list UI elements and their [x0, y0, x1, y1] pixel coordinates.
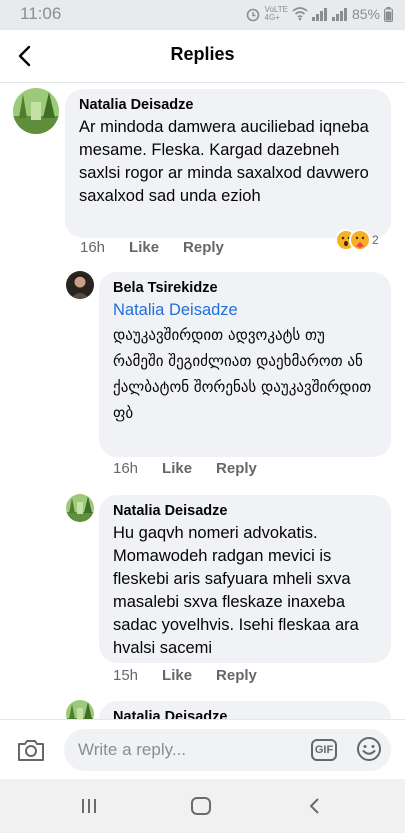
comment-actions: 16h Like Reply: [80, 239, 224, 256]
comment-author[interactable]: Natalia Deisadze: [79, 97, 377, 113]
comment-time: 16h: [80, 239, 106, 256]
comment-text: დაუკავშირდით ადვოკატს თუ რამეში შეგიძლია…: [113, 326, 372, 422]
chevron-left-icon: [309, 798, 319, 814]
gif-button[interactable]: GIF: [311, 739, 337, 761]
avatar[interactable]: [66, 700, 94, 719]
emoji-icon: [357, 737, 381, 761]
system-back-button[interactable]: [305, 796, 325, 821]
reply-input[interactable]: [64, 729, 391, 771]
comment-text: Ar mindoda damwera auciliebad iqneba mes…: [79, 118, 369, 205]
emoji-button[interactable]: [356, 736, 382, 762]
camera-icon: [18, 740, 44, 761]
battery-percent: 85%: [351, 6, 380, 22]
comment-bubble: Natalia Deisadze Ar mindoda damwera auci…: [65, 89, 391, 238]
comment-time: 16h: [113, 460, 139, 477]
like-button[interactable]: Like: [129, 239, 159, 256]
reply-button[interactable]: Reply: [216, 667, 257, 684]
comment-actions: 16h Like Reply: [113, 460, 257, 477]
system-nav-bar: [0, 779, 405, 833]
comment-author[interactable]: Bela Tsirekidze: [113, 280, 377, 296]
alarm-icon: [246, 8, 259, 22]
reply-composer: [0, 719, 405, 780]
wifi-icon: [292, 7, 308, 21]
signal-icon-2: [331, 7, 348, 21]
status-time: 11:06: [20, 4, 62, 23]
home-icon: [191, 797, 211, 815]
recent-apps-icon: [82, 799, 96, 813]
recent-apps-button[interactable]: [79, 796, 99, 821]
like-button[interactable]: Like: [162, 667, 192, 684]
mention-link[interactable]: Natalia Deisadze: [113, 299, 377, 322]
camera-button[interactable]: [16, 735, 46, 765]
like-button[interactable]: Like: [162, 460, 192, 477]
reactions[interactable]: 2: [337, 231, 379, 249]
comment-bubble: Natalia Deisadze Hu gaqvh nomeri advokat…: [99, 495, 391, 663]
status-bar: 11:06 VoLTE 4G+ 85%: [0, 0, 405, 30]
comment-time: 15h: [113, 667, 139, 684]
care-reaction-icon: [351, 231, 369, 249]
comment-actions: 15h Like Reply: [113, 667, 257, 684]
reply-button[interactable]: Reply: [216, 460, 257, 477]
comment-author[interactable]: Natalia Deisadze: [113, 709, 377, 719]
avatar[interactable]: [13, 88, 59, 134]
reaction-count: 2: [372, 233, 379, 247]
battery-icon: [384, 6, 393, 22]
status-icons: VoLTE 4G+ 85%: [245, 6, 393, 22]
signal-icon: [311, 7, 328, 21]
comment-bubble: Bela Tsirekidze Natalia Deisadze დაუკავშ…: [99, 272, 391, 457]
replies-thread: Natalia Deisadze Ar mindoda damwera auci…: [0, 83, 405, 719]
comment-bubble: Natalia Deisadze: [99, 701, 391, 719]
lte-label: 4G+: [264, 13, 280, 22]
avatar[interactable]: [66, 271, 94, 299]
comment-author[interactable]: Natalia Deisadze: [113, 503, 377, 519]
home-button[interactable]: [190, 796, 212, 821]
header: Replies: [0, 30, 405, 83]
comment-text: Hu gaqvh nomeri advokatis. Momawodeh rad…: [113, 524, 359, 657]
page-title: Replies: [170, 44, 235, 64]
avatar[interactable]: [66, 494, 94, 522]
reply-button[interactable]: Reply: [183, 239, 224, 256]
